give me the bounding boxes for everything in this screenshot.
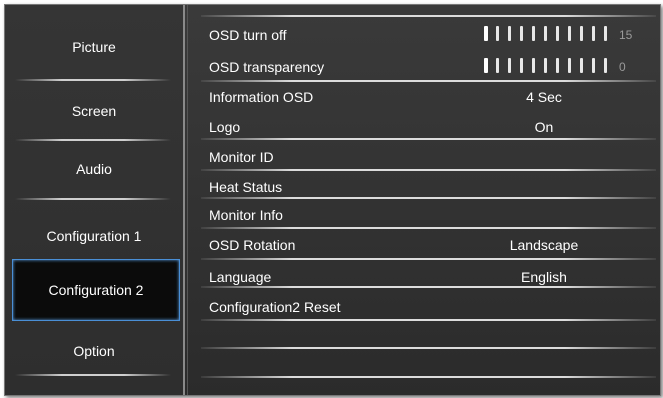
slider-tick	[496, 26, 499, 41]
setting-information-osd[interactable]: Information OSD 4 Sec	[189, 82, 660, 110]
osd-menu-window: Picture Screen Audio Configuration 1 Con…	[4, 4, 661, 396]
setting-label: OSD transparency	[209, 59, 325, 75]
slider-tick	[580, 58, 583, 73]
slider-tick	[556, 26, 559, 41]
sidebar-item-label: Picture	[72, 39, 116, 55]
setting-label: Configuration2 Reset	[209, 299, 341, 315]
sidebar-item-configuration-1[interactable]: Configuration 1	[5, 203, 183, 255]
slider-tick	[496, 58, 499, 73]
setting-configuration2-reset[interactable]: Configuration2 Reset	[189, 292, 660, 320]
slider-tick	[532, 26, 535, 41]
row-divider	[201, 15, 656, 17]
slider-tick	[592, 26, 595, 41]
row-divider	[201, 286, 656, 288]
sidebar-divider	[15, 198, 171, 200]
setting-label: Monitor ID	[209, 149, 274, 165]
setting-osd-rotation[interactable]: OSD Rotation Landscape	[189, 230, 660, 258]
setting-value: 4 Sec	[526, 89, 562, 105]
row-divider	[201, 258, 656, 260]
setting-heat-status[interactable]: Heat Status	[189, 172, 660, 200]
slider-tick	[484, 58, 488, 73]
sidebar-divider	[15, 79, 171, 81]
setting-label: Language	[209, 269, 272, 285]
slider-tick	[580, 26, 583, 41]
row-divider	[201, 169, 656, 171]
slider-tick	[568, 58, 571, 73]
panel-divider	[183, 5, 185, 395]
row-divider	[201, 197, 656, 199]
sidebar-item-option[interactable]: Option	[5, 323, 183, 373]
slider-tick	[604, 26, 607, 41]
row-divider	[201, 319, 656, 321]
setting-label: Information OSD	[209, 89, 314, 105]
setting-osd-transparency[interactable]: OSD transparency 0	[189, 52, 660, 80]
sidebar: Picture Screen Audio Configuration 1 Con…	[5, 5, 183, 395]
row-divider	[201, 347, 656, 349]
setting-value: Landscape	[509, 237, 579, 253]
setting-osd-turn-off[interactable]: OSD turn off 15	[189, 20, 660, 48]
setting-label: OSD Rotation	[209, 237, 296, 253]
row-divider	[201, 227, 656, 229]
slider-value: 15	[619, 28, 633, 42]
setting-label: OSD turn off	[209, 27, 287, 43]
slider-tick	[508, 26, 511, 41]
setting-label: Logo	[209, 119, 241, 135]
sidebar-item-audio[interactable]: Audio	[5, 143, 183, 197]
sidebar-item-label: Screen	[71, 103, 117, 119]
setting-value: English	[521, 269, 567, 285]
slider-value: 0	[619, 60, 626, 74]
setting-logo[interactable]: Logo On	[189, 112, 660, 140]
slider-tick	[508, 58, 511, 73]
slider-tick	[520, 26, 523, 41]
slider-tick	[532, 58, 535, 73]
setting-monitor-info[interactable]: Monitor Info	[189, 200, 660, 228]
slider-tick	[604, 58, 607, 73]
screen-frame: Picture Screen Audio Configuration 1 Con…	[0, 0, 663, 398]
row-divider	[201, 138, 656, 140]
osd-turn-off-slider[interactable]	[484, 26, 614, 42]
osd-transparency-slider[interactable]	[484, 58, 614, 74]
slider-tick	[544, 26, 547, 41]
slider-tick	[556, 58, 559, 73]
setting-label: Heat Status	[209, 179, 283, 195]
sidebar-divider	[15, 374, 171, 376]
sidebar-item-label: Audio	[76, 161, 112, 177]
settings-panel: OSD turn off 15 OSD transparency 0 Infor…	[189, 5, 660, 395]
sidebar-item-picture[interactable]: Picture	[5, 5, 183, 77]
slider-tick	[484, 26, 488, 41]
sidebar-item-label: Configuration 2	[48, 282, 144, 298]
sidebar-item-configuration-2[interactable]: Configuration 2	[12, 259, 180, 321]
sidebar-item-label: Option	[73, 343, 115, 359]
slider-tick	[592, 58, 595, 73]
sidebar-item-screen[interactable]: Screen	[5, 83, 183, 137]
sidebar-item-label: Configuration 1	[46, 228, 142, 244]
setting-value: On	[534, 119, 554, 135]
panel-divider-shadow	[187, 5, 188, 395]
setting-label: Monitor Info	[209, 207, 283, 223]
setting-monitor-id[interactable]: Monitor ID	[189, 142, 660, 170]
sidebar-divider	[15, 139, 171, 141]
slider-tick	[568, 26, 571, 41]
slider-tick	[520, 58, 523, 73]
row-divider	[201, 376, 656, 378]
slider-tick	[544, 58, 547, 73]
